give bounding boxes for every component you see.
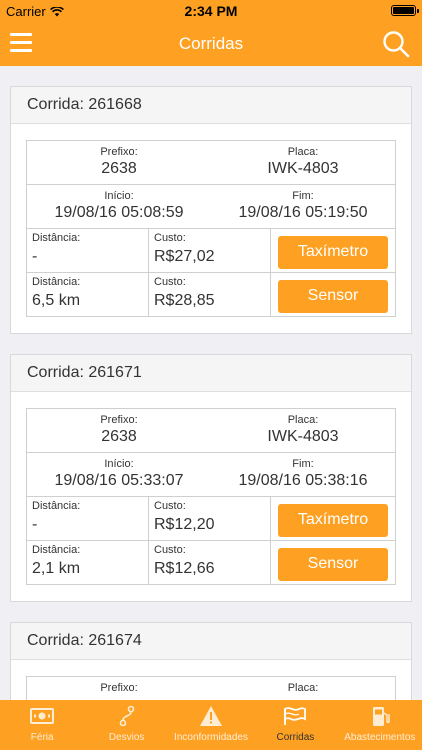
sensor-custo: Custo: R$12,66 — [149, 541, 271, 584]
tab-abastecimentos[interactable]: Abastecimentos — [338, 700, 422, 750]
placa-field: Placa: — [211, 677, 395, 700]
clock: 2:34 PM — [184, 3, 238, 19]
tab-label: Abastecimentos — [344, 732, 416, 743]
taximetro-custo: Custo: R$12,20 — [149, 497, 271, 540]
custo-label: Custo: — [154, 544, 186, 556]
fim-value: 19/08/16 05:38:16 — [238, 472, 368, 489]
tab-label: Inconformidades — [174, 732, 248, 743]
ride-details-grid: Prefixo: Placa: — [26, 676, 396, 700]
custo-value: R$27,02 — [154, 248, 215, 265]
distancia-value: - — [32, 248, 38, 265]
custo-label: Custo: — [154, 500, 186, 512]
taximetro-distancia: Distância: - — [27, 229, 149, 272]
tab-label: Féria — [30, 732, 54, 743]
ride-card: Corrida: 261668 Prefixo: 2638 Placa: IWK… — [10, 86, 412, 334]
custo-value: R$28,85 — [154, 292, 215, 309]
warning-icon — [199, 704, 223, 728]
sensor-custo: Custo: R$28,85 — [149, 273, 271, 316]
taximetro-button[interactable]: Taxímetro — [278, 503, 388, 537]
inicio-label: Início: — [104, 190, 134, 202]
taximetro-custo: Custo: R$27,02 — [149, 229, 271, 272]
tab-feria[interactable]: Féria — [0, 700, 84, 750]
fim-field: Fim: 19/08/16 05:19:50 — [211, 185, 395, 228]
fim-value: 19/08/16 05:19:50 — [238, 204, 368, 221]
taximetro-button[interactable]: Taxímetro — [278, 235, 388, 269]
ride-title: Corrida: 261671 — [11, 355, 411, 392]
fim-label: Fim: — [292, 190, 314, 202]
distancia-label: Distância: — [32, 276, 81, 288]
prefixo-value: 2638 — [101, 428, 137, 445]
sensor-button[interactable]: Sensor — [278, 279, 388, 313]
distancia-label: Distância: — [32, 232, 81, 244]
fim-field: Fim: 19/08/16 05:38:16 — [211, 453, 395, 496]
taximetro-distancia: Distância: - — [27, 497, 149, 540]
prefixo-field: Prefixo: 2638 — [27, 141, 211, 184]
fim-label: Fim: — [292, 458, 314, 470]
placa-value: IWK-4803 — [267, 428, 339, 445]
distancia-value: - — [32, 516, 38, 533]
inicio-value: 19/08/16 05:33:07 — [54, 472, 184, 489]
inicio-label: Início: — [104, 458, 134, 470]
ride-card: Corrida: 261671 Prefixo: 2638 Placa: IWK… — [10, 354, 412, 602]
prefixo-field: Prefixo: — [27, 677, 211, 700]
status-bar: Carrier 2:34 PM — [0, 0, 422, 22]
ride-details-grid: Prefixo: 2638 Placa: IWK-4803 Início: 19… — [26, 408, 396, 585]
tab-bar: Féria Desvios Inconformidades Corridas A… — [0, 700, 422, 750]
distancia-value: 2,1 km — [32, 560, 81, 577]
placa-label: Placa: — [287, 414, 319, 426]
placa-label: Placa: — [287, 682, 319, 694]
tab-label: Corridas — [276, 732, 315, 743]
ride-title: Corrida: 261674 — [11, 623, 411, 660]
custo-label: Custo: — [154, 232, 186, 244]
prefixo-label: Prefixo: — [100, 682, 138, 694]
ride-title: Corrida: 261668 — [11, 87, 411, 124]
placa-label: Placa: — [287, 146, 319, 158]
money-icon — [30, 704, 55, 728]
fuel-icon — [368, 704, 392, 728]
placa-field: Placa: IWK-4803 — [211, 141, 395, 184]
battery-icon — [391, 5, 419, 16]
search-icon[interactable] — [382, 30, 410, 58]
tab-desvios[interactable]: Desvios — [84, 700, 168, 750]
custo-value: R$12,20 — [154, 516, 215, 533]
page-title: Corridas — [178, 34, 244, 53]
custo-label: Custo: — [154, 276, 186, 288]
prefixo-label: Prefixo: — [100, 414, 138, 426]
placa-value: IWK-4803 — [267, 160, 339, 177]
sensor-distancia: Distância: 6,5 km — [27, 273, 149, 316]
distancia-label: Distância: — [32, 500, 81, 512]
route-icon — [115, 704, 139, 728]
rides-list[interactable]: Corrida: 261668 Prefixo: 2638 Placa: IWK… — [0, 66, 422, 700]
prefixo-value: 2638 — [101, 160, 137, 177]
distancia-value: 6,5 km — [32, 292, 81, 309]
prefixo-label: Prefixo: — [100, 146, 138, 158]
prefixo-field: Prefixo: 2638 — [27, 409, 211, 452]
sensor-button[interactable]: Sensor — [278, 547, 388, 581]
flag-icon — [283, 704, 307, 728]
inicio-value: 19/08/16 05:08:59 — [54, 204, 184, 221]
tab-inconformidades[interactable]: Inconformidades — [169, 700, 253, 750]
inicio-field: Início: 19/08/16 05:08:59 — [27, 185, 211, 228]
distancia-label: Distância: — [32, 544, 81, 556]
ride-card: Corrida: 261674 Prefixo: Placa: — [10, 622, 412, 700]
ride-details-grid: Prefixo: 2638 Placa: IWK-4803 Início: 19… — [26, 140, 396, 317]
tab-label: Desvios — [108, 732, 145, 743]
nav-bar: Corridas — [0, 22, 422, 66]
inicio-field: Início: 19/08/16 05:33:07 — [27, 453, 211, 496]
sensor-distancia: Distância: 2,1 km — [27, 541, 149, 584]
tab-corridas[interactable]: Corridas — [253, 700, 337, 750]
custo-value: R$12,66 — [154, 560, 215, 577]
placa-field: Placa: IWK-4803 — [211, 409, 395, 452]
